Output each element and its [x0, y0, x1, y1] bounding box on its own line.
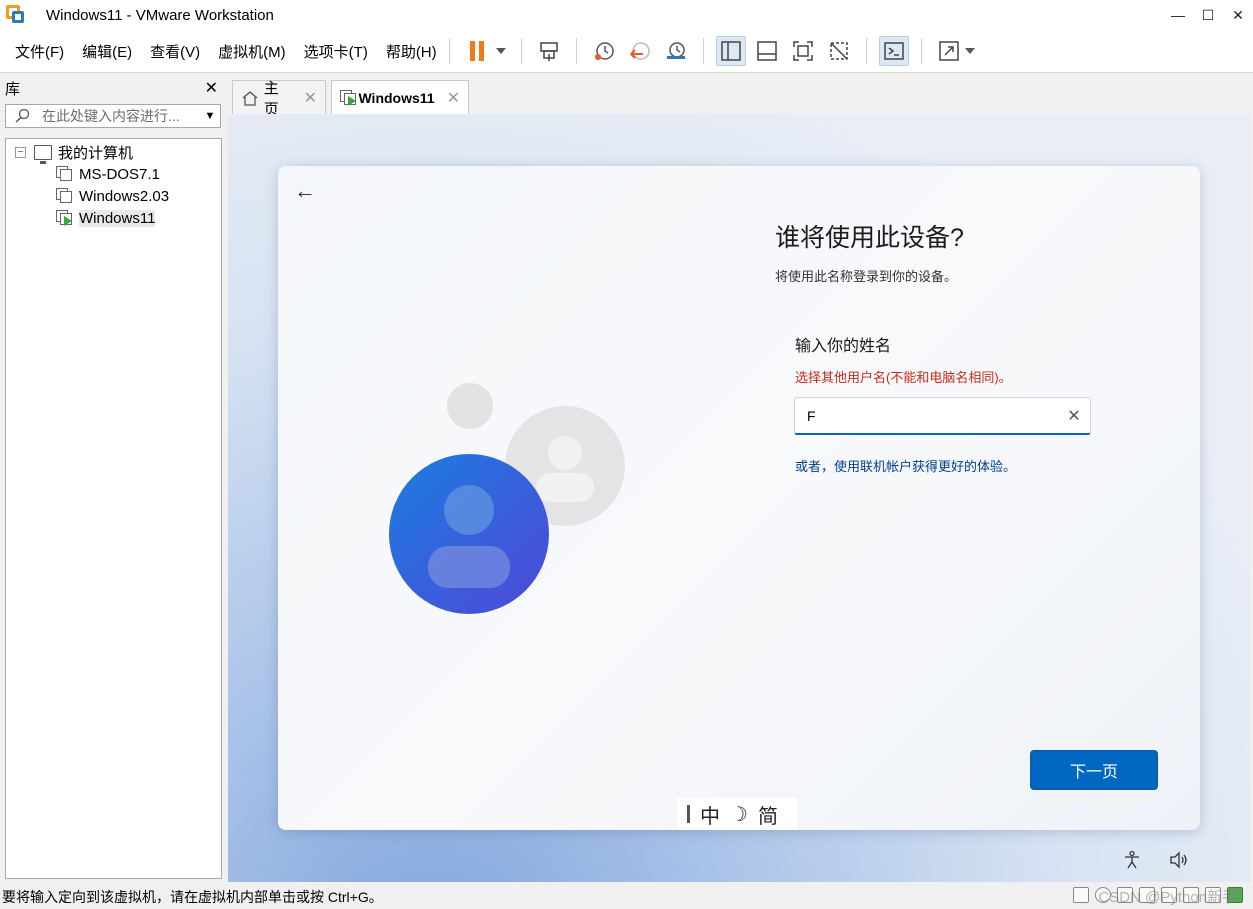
vm-display[interactable]: ← 谁将使用此设备? 将使用此名称登录到你的设备。 输入你的姓名 选择其他用户名…	[228, 114, 1250, 882]
back-arrow-icon[interactable]: ←	[292, 178, 318, 204]
volume-icon[interactable]	[1169, 850, 1191, 870]
tab-home[interactable]: 主页 ✕	[232, 80, 326, 118]
tree-node-vm[interactable]: Windows2.03	[56, 186, 169, 206]
search-placeholder: 在此处键入内容进行...	[42, 108, 180, 124]
window-controls: — ☐ ✕	[1163, 0, 1253, 30]
tree-label: MS-DOS7.1	[79, 165, 160, 183]
close-button[interactable]: ✕	[1223, 0, 1253, 30]
vm-icon	[56, 188, 73, 204]
oobe-title: 谁将使用此设备?	[775, 224, 964, 252]
tab-windows11[interactable]: Windows11 ✕	[331, 80, 469, 114]
library-title: 库	[5, 80, 21, 98]
library-search-input[interactable]: 在此处键入内容进行... ▼	[5, 104, 221, 128]
stretch-dropdown-icon[interactable]	[963, 36, 977, 66]
snapshot-manager-icon[interactable]	[661, 36, 691, 66]
tree-label: Windows2.03	[79, 187, 170, 205]
tab-close-icon[interactable]: ✕	[447, 88, 460, 108]
home-icon	[242, 90, 258, 106]
show-library-icon[interactable]	[715, 36, 746, 66]
name-error-message: 选择其他用户名(不能和电脑名相同)。	[795, 370, 1012, 385]
vm-icon	[56, 166, 73, 182]
fullscreen-icon[interactable]	[788, 36, 818, 66]
hard-disk-icon[interactable]	[1073, 887, 1089, 903]
oobe-dialog: ← 谁将使用此设备? 将使用此名称登录到你的设备。 输入你的姓名 选择其他用户名…	[278, 166, 1200, 830]
tab-label: Windows11	[358, 89, 435, 106]
user-avatar-illustration	[389, 383, 625, 614]
library-header: 库 ✕	[0, 74, 226, 102]
library-close-icon[interactable]: ✕	[205, 78, 218, 98]
tree-node-vm-selected[interactable]: Windows11	[56, 208, 156, 228]
ime-script-button[interactable]: 简	[758, 800, 778, 829]
revert-snapshot-icon[interactable]	[625, 36, 655, 66]
library-tree: − 我的计算机 MS-DOS7.1 Windows2.03 Windows11	[5, 138, 222, 879]
search-icon	[15, 108, 30, 123]
stretch-icon[interactable]	[934, 36, 964, 66]
snapshot-icon[interactable]	[589, 36, 619, 66]
watermark: CSDN @Python新手	[1098, 889, 1237, 906]
thumbnail-bar-icon[interactable]	[752, 36, 782, 66]
toolbar-separator	[448, 38, 450, 64]
tab-label: 主页	[263, 79, 279, 118]
status-bar: 要将输入定向到该虚拟机，请在虚拟机内部单击或按 Ctrl+G。 CSDN @Py…	[0, 884, 1253, 909]
ime-punctuation-button[interactable]: ☽	[730, 802, 748, 827]
dropdown-icon[interactable]	[493, 36, 509, 66]
name-input[interactable]: F ✕	[794, 397, 1091, 435]
accessibility-icon[interactable]	[1122, 850, 1142, 870]
running-vm-icon	[56, 210, 73, 226]
next-button[interactable]: 下一页	[1030, 750, 1158, 790]
ime-mode-button[interactable]: 中	[700, 800, 720, 829]
oobe-subtitle: 将使用此名称登录到你的设备。	[775, 269, 958, 284]
ime-toolbar: 中 ☽ 简	[677, 798, 797, 830]
maximize-button[interactable]: ☐	[1193, 0, 1223, 30]
ime-grip-icon[interactable]	[687, 805, 690, 823]
unity-icon[interactable]	[824, 36, 854, 66]
toolbar-separator	[920, 38, 922, 64]
tab-close-icon[interactable]: ✕	[304, 88, 317, 108]
vmware-logo-icon	[6, 5, 26, 25]
toolbar-separator	[865, 38, 867, 64]
toolbar-separator	[575, 38, 577, 64]
tree-label: 我的计算机	[58, 144, 134, 162]
send-ctrl-alt-del-icon[interactable]	[534, 36, 564, 66]
search-dropdown-icon[interactable]: ▼	[200, 110, 220, 122]
running-vm-icon	[340, 89, 356, 106]
menu-view[interactable]: 查看(V)	[150, 41, 200, 62]
menu-file[interactable]: 文件(F)	[15, 41, 64, 62]
tree-node-my-computer[interactable]: − 我的计算机	[15, 142, 134, 164]
clear-icon[interactable]: ✕	[1058, 406, 1090, 426]
console-icon[interactable]	[878, 36, 909, 66]
status-text: 要将输入定向到该虚拟机，请在虚拟机内部单击或按 Ctrl+G。	[2, 888, 383, 905]
menu-vm[interactable]: 虚拟机(M)	[218, 41, 286, 62]
menu-edit[interactable]: 编辑(E)	[82, 41, 132, 62]
name-input-value: F	[807, 407, 816, 424]
tree-node-vm[interactable]: MS-DOS7.1	[56, 164, 160, 184]
title-bar: Windows11 - VMware Workstation — ☐ ✕	[0, 0, 1253, 30]
tree-label: Windows11	[79, 209, 156, 227]
minimize-button[interactable]: —	[1163, 0, 1193, 30]
tab-strip: 主页 ✕ Windows11 ✕	[227, 74, 1252, 118]
window-title: Windows11 - VMware Workstation	[46, 6, 274, 24]
name-field-label: 输入你的姓名	[795, 338, 892, 355]
computer-icon	[34, 144, 52, 164]
menu-help[interactable]: 帮助(H)	[386, 41, 437, 62]
collapse-icon[interactable]: −	[15, 146, 26, 158]
online-account-link[interactable]: 或者，使用联机帐户获得更好的体验。	[795, 456, 1016, 475]
toolbar-separator	[702, 38, 704, 64]
menu-tabs[interactable]: 选项卡(T)	[304, 41, 368, 62]
menu-bar: 文件(F) 编辑(E) 查看(V) 虚拟机(M) 选项卡(T) 帮助(H)	[0, 30, 1253, 73]
pause-icon[interactable]	[462, 36, 492, 66]
toolbar-separator	[520, 38, 522, 64]
